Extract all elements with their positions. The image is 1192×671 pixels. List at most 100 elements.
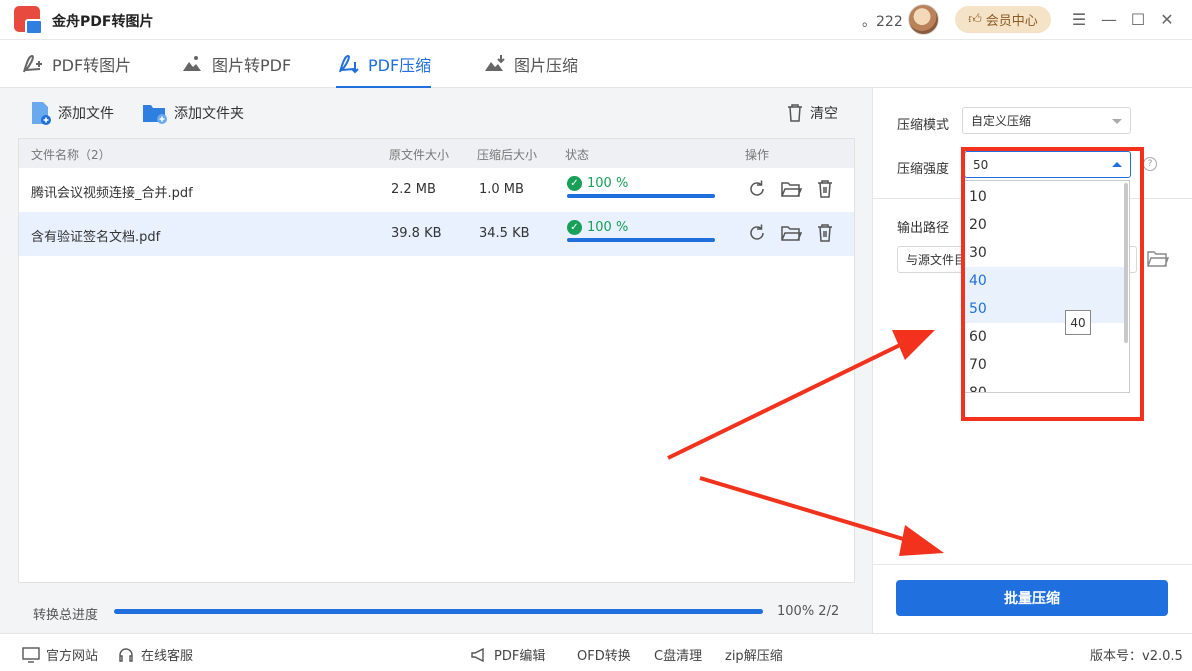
dropdown-scrollbar[interactable] <box>1124 183 1128 343</box>
dropdown-option[interactable]: 20 <box>964 211 1124 239</box>
file-name: 腾讯会议视频连接_合并.pdf <box>31 186 193 201</box>
thumbs-up-icon: 👍︎ <box>968 12 982 27</box>
orig-size: 2.2 MB <box>391 182 436 197</box>
dropdown-option[interactable]: 30 <box>964 239 1124 267</box>
tab-image-to-pdf[interactable]: 图片转PDF <box>180 40 291 88</box>
hover-tooltip: 40 <box>1065 310 1091 335</box>
headset-icon <box>119 647 133 662</box>
ofd-convert-link[interactable]: OFD转换 <box>577 645 631 664</box>
output-label: 输出路径 <box>897 221 950 236</box>
strength-select[interactable]: 50 <box>964 151 1131 178</box>
monitor-icon <box>22 646 40 663</box>
orig-size: 39.8 KB <box>391 226 442 241</box>
mode-value: 自定义压缩 <box>971 114 1032 128</box>
add-folder-button[interactable]: 添加文件夹 <box>142 100 244 126</box>
image-compress-icon <box>485 55 505 71</box>
total-progress-fill <box>114 609 763 614</box>
app-title: 金舟PDF转图片 <box>52 14 154 30</box>
status-text: 100 % <box>587 220 629 235</box>
vip-center-label: 会员中心 <box>985 14 1038 29</box>
tab-image-compress[interactable]: 图片压缩 <box>482 40 578 88</box>
mode-select[interactable]: 自定义压缩 <box>962 107 1131 134</box>
tab-pdf-to-image[interactable]: PDF转图片 <box>20 40 131 88</box>
user-name[interactable]: 。222 <box>862 11 903 31</box>
row-status: ✓ 100 % <box>567 176 717 198</box>
pdf-compress-icon <box>339 54 359 74</box>
avatar[interactable] <box>908 4 939 35</box>
pdf-edit-label: PDF编辑 <box>494 649 546 664</box>
header-orig-size: 原文件大小 <box>389 148 450 162</box>
minimize-button[interactable]: — <box>1098 8 1120 30</box>
delete-icon[interactable] <box>814 178 836 200</box>
vip-center-button[interactable]: 👍︎ 会员中心 <box>955 6 1051 33</box>
strength-label: 压缩强度 <box>897 162 950 177</box>
file-name: 含有验证签名文档.pdf <box>31 230 161 245</box>
total-progress-label: 转换总进度 <box>33 608 99 623</box>
clear-label: 清空 <box>810 106 838 122</box>
pdf-convert-icon <box>23 54 42 73</box>
tab-label: 图片转PDF <box>212 56 292 75</box>
tab-label: 图片压缩 <box>514 56 579 75</box>
maximize-button[interactable]: ☐ <box>1127 8 1149 30</box>
status-text: 100 % <box>587 176 629 191</box>
help-icon[interactable]: ? <box>1143 157 1157 171</box>
image-convert-icon <box>183 56 201 71</box>
dropdown-option[interactable]: 60 <box>964 323 1124 351</box>
header-ops: 操作 <box>745 148 770 162</box>
pdf-edit-link[interactable]: PDF编辑 <box>470 645 545 664</box>
title-bar: 金舟PDF转图片 。222 👍︎ 会员中心 ☰ — ☐ ✕ <box>0 0 1192 40</box>
check-circle-icon: ✓ <box>567 176 582 191</box>
batch-compress-button[interactable]: 批量压缩 <box>896 580 1168 616</box>
mode-label: 压缩模式 <box>897 118 950 133</box>
dropdown-option[interactable]: 70 <box>964 351 1124 379</box>
tab-label: PDF转图片 <box>52 56 132 75</box>
strength-value: 50 <box>973 157 989 172</box>
total-progress-value: 100% 2/2 <box>777 604 840 619</box>
row-progress-fill <box>567 238 715 242</box>
panel-divider <box>873 564 1192 565</box>
close-button[interactable]: ✕ <box>1156 8 1178 30</box>
footer-bar: 官方网站 在线客服 PDF编辑 OFD转换 C盘清理 zip解压缩 版本号：v2… <box>0 633 1192 671</box>
open-folder-icon[interactable] <box>780 178 802 200</box>
table-row[interactable]: 腾讯会议视频连接_合并.pdf 2.2 MB 1.0 MB ✓ 100 % <box>19 168 854 212</box>
refresh-icon[interactable] <box>746 222 768 244</box>
row-actions <box>746 222 836 244</box>
header-status: 状态 <box>565 148 590 162</box>
tab-label: PDF压缩 <box>368 56 432 75</box>
table-row[interactable]: 含有验证签名文档.pdf 39.8 KB 34.5 KB ✓ 100 % <box>19 212 854 256</box>
table-header: 文件名称（2） 原文件大小 压缩后大小 状态 操作 <box>19 139 854 168</box>
c-drive-clean-link[interactable]: C盘清理 <box>654 645 702 664</box>
open-folder-icon[interactable] <box>780 222 802 244</box>
add-folder-icon <box>143 105 167 124</box>
official-site-link[interactable]: 官方网站 <box>22 645 98 664</box>
zip-extract-link[interactable]: zip解压缩 <box>725 645 783 664</box>
row-status: ✓ 100 % <box>567 220 717 242</box>
refresh-icon[interactable] <box>746 178 768 200</box>
trash-icon <box>788 104 802 122</box>
file-table: 文件名称（2） 原文件大小 压缩后大小 状态 操作 腾讯会议视频连接_合并.pd… <box>18 138 855 583</box>
dropdown-option[interactable]: 80 <box>964 379 1124 392</box>
dropdown-option-hovered[interactable]: 40 <box>964 267 1124 295</box>
strength-dropdown-list: 10 20 30 40 50 60 70 80 <box>963 180 1130 393</box>
menu-icon[interactable]: ☰ <box>1068 8 1090 30</box>
version-label: 版本号：v2.0.5 <box>1090 649 1183 664</box>
comp-size: 1.0 MB <box>479 182 524 197</box>
add-file-icon <box>32 102 51 125</box>
tab-pdf-compress[interactable]: PDF压缩 <box>336 40 432 88</box>
chevron-down-icon <box>1112 119 1122 124</box>
ofd-convert-label: OFD转换 <box>577 649 631 664</box>
row-progress-fill <box>567 194 715 198</box>
header-comp-size: 压缩后大小 <box>477 148 538 162</box>
clear-button[interactable]: 清空 <box>786 100 838 126</box>
comp-size: 34.5 KB <box>479 226 530 241</box>
add-folder-label: 添加文件夹 <box>174 106 244 122</box>
dropdown-option[interactable]: 10 <box>964 183 1124 211</box>
official-site-label: 官方网站 <box>46 649 99 664</box>
chevron-up-icon <box>1112 162 1122 167</box>
delete-icon[interactable] <box>814 222 836 244</box>
app-logo-icon <box>14 6 43 35</box>
add-file-button[interactable]: 添加文件 <box>30 100 114 126</box>
online-service-link[interactable]: 在线客服 <box>117 645 193 664</box>
browse-folder-icon[interactable] <box>1147 250 1169 268</box>
dropdown-option-selected[interactable]: 50 <box>964 295 1124 323</box>
